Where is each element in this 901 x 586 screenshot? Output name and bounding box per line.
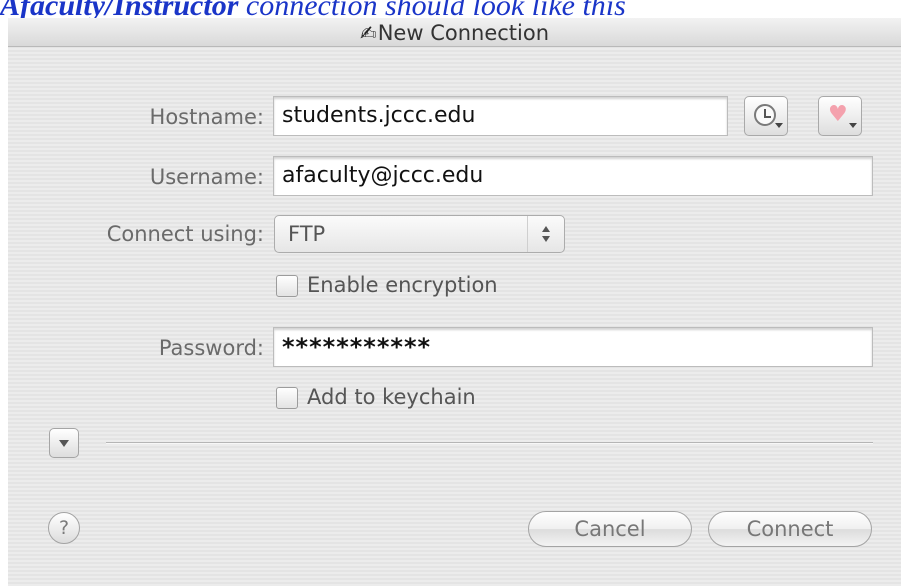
connect-using-label: Connect using: <box>106 222 264 246</box>
connect-using-value: FTP <box>288 222 326 246</box>
connect-using-select[interactable]: FTP <box>274 215 565 253</box>
add-to-keychain-label[interactable]: Add to keychain <box>307 383 476 411</box>
connect-button[interactable]: Connect <box>708 511 872 547</box>
hostname-label: Hostname: <box>149 105 264 129</box>
triangle-down-icon <box>59 440 69 447</box>
password-input[interactable]: *********** <box>273 327 873 367</box>
help-button[interactable]: ? <box>48 512 80 544</box>
title-bar: ✍New Connection <box>8 18 901 47</box>
chevron-down-icon <box>849 123 857 128</box>
window-title: ✍New Connection <box>8 20 901 46</box>
username-input[interactable]: afaculty@jccc.edu <box>273 156 873 196</box>
enable-encryption-label[interactable]: Enable encryption <box>307 271 498 299</box>
enable-encryption-checkbox[interactable] <box>276 275 298 297</box>
question-mark-icon: ? <box>58 517 70 539</box>
favorites-button[interactable]: ♥ <box>818 96 862 136</box>
clock-icon <box>754 104 776 126</box>
hostname-input[interactable]: students.jccc.edu <box>273 96 728 136</box>
heart-icon: ♥ <box>828 102 848 127</box>
add-to-keychain-checkbox[interactable] <box>276 387 298 409</box>
username-label: Username: <box>149 165 264 189</box>
handwriting-icon: ✍ <box>359 21 377 45</box>
chevron-down-icon <box>775 123 783 128</box>
window-title-text: New Connection <box>377 21 550 45</box>
cancel-button[interactable]: Cancel <box>528 511 692 547</box>
history-button[interactable] <box>744 96 788 136</box>
separator <box>106 442 873 444</box>
password-label: Password: <box>158 336 264 360</box>
new-connection-dialog: ✍New Connection Hostname: students.jccc.… <box>8 18 901 586</box>
up-down-arrows-icon <box>527 216 564 252</box>
disclosure-button[interactable] <box>49 428 79 458</box>
